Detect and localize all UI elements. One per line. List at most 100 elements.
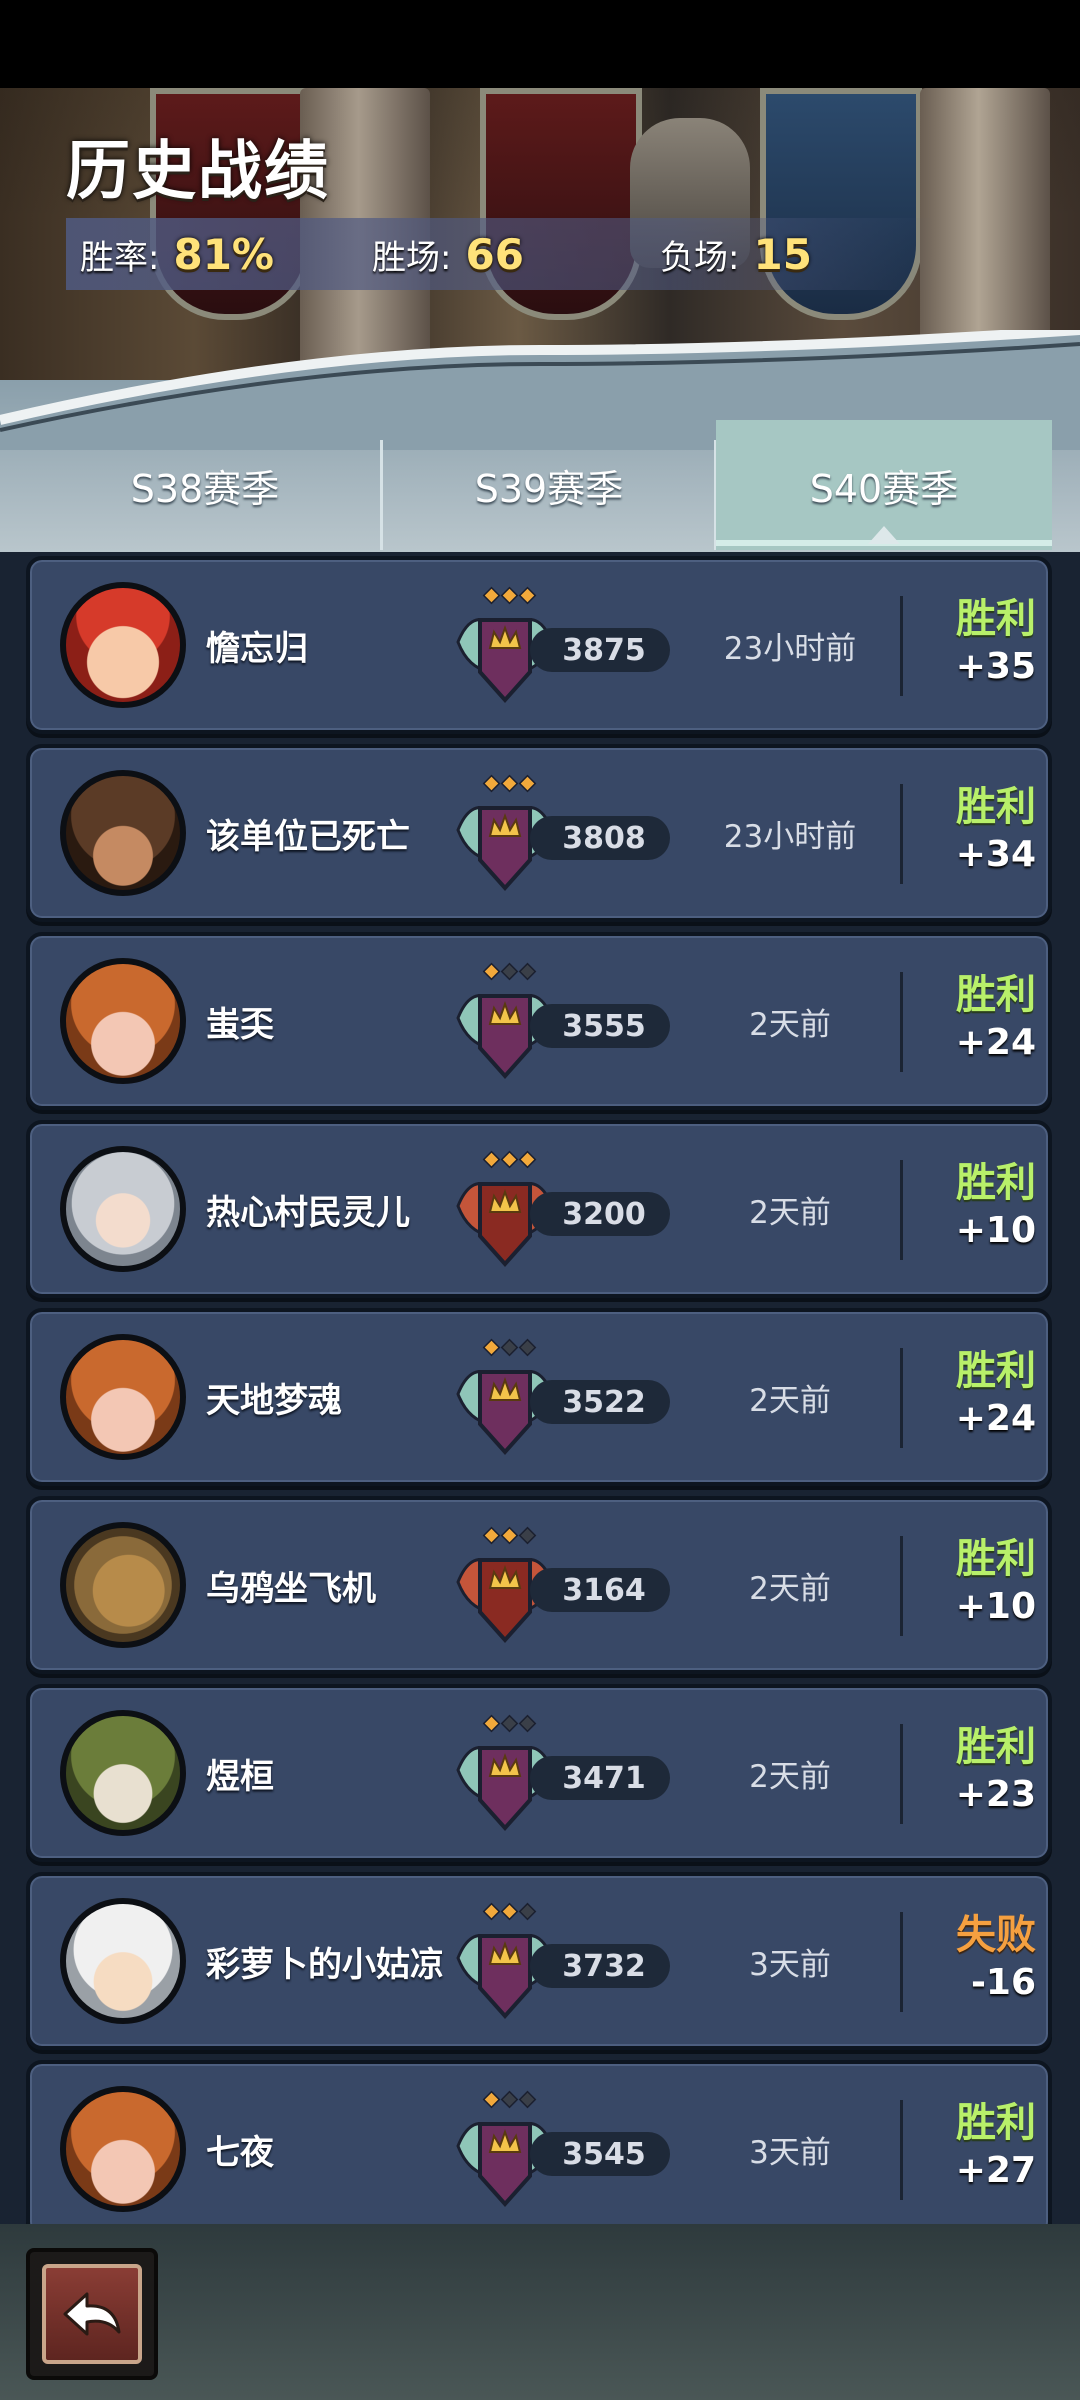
rank-star-icon — [482, 962, 501, 981]
match-card[interactable]: 彩萝卜的小姑凉 3732 3天前 失败 -16 — [26, 1872, 1052, 2050]
stat-value: 15 — [753, 229, 812, 279]
score-change: +34 — [955, 834, 1036, 875]
match-card[interactable]: 憺忘归 3875 23小时前 胜利 +35 — [26, 556, 1052, 734]
rank-score: 3522 — [530, 1380, 670, 1424]
match-time: 2天前 — [749, 1382, 831, 1419]
match-result: 胜利 — [956, 596, 1036, 642]
rank-score: 3555 — [530, 1004, 670, 1048]
match-time: 2天前 — [749, 1194, 831, 1231]
rank-star-icon — [482, 586, 501, 605]
bottom-bar — [0, 2224, 1080, 2400]
match-time: 2天前 — [749, 1570, 831, 1607]
match-result: 胜利 — [956, 1348, 1036, 1394]
rank-score: 3808 — [530, 816, 670, 860]
rank-star-icon — [500, 1150, 519, 1169]
stat-label: 负场: — [660, 237, 740, 278]
score-change: -16 — [970, 1962, 1036, 2003]
match-result: 胜利 — [956, 2100, 1036, 2146]
player-avatar[interactable] — [60, 1710, 186, 1836]
player-name: 煜桓 — [206, 1756, 274, 1797]
match-time: 2天前 — [749, 1006, 831, 1043]
rank-star-icon — [500, 2090, 519, 2109]
card-divider — [900, 596, 903, 696]
match-result: 胜利 — [956, 784, 1036, 830]
player-name: 七夜 — [206, 2132, 274, 2173]
match-card[interactable]: 热心村民灵儿 3200 2天前 胜利 +10 — [26, 1120, 1052, 1298]
player-avatar[interactable] — [60, 958, 186, 1084]
match-card[interactable]: 七夜 3545 3天前 胜利 +27 — [26, 2060, 1052, 2238]
player-avatar[interactable] — [60, 770, 186, 896]
card-divider — [900, 972, 903, 1072]
match-result: 胜利 — [956, 1160, 1036, 1206]
score-change: +27 — [955, 2150, 1036, 2191]
match-time: 23小时前 — [723, 630, 857, 667]
rank-star-icon — [500, 1526, 519, 1545]
back-button-face — [42, 2264, 142, 2364]
score-change: +23 — [955, 1774, 1036, 1815]
tab-s39[interactable]: S39赛季 — [384, 420, 714, 550]
rank-score: 3732 — [530, 1944, 670, 1988]
rank-star-icon — [500, 962, 519, 981]
match-card[interactable]: 该单位已死亡 3808 23小时前 胜利 +34 — [26, 744, 1052, 922]
card-divider — [900, 784, 903, 884]
rank-star-icon — [518, 1150, 537, 1169]
rank-star-icon — [482, 2090, 501, 2109]
match-card[interactable]: 乌鸦坐飞机 3164 2天前 胜利 +10 — [26, 1496, 1052, 1674]
player-avatar[interactable] — [60, 582, 186, 708]
rank-star-icon — [482, 1150, 501, 1169]
player-name: 乌鸦坐飞机 — [206, 1568, 376, 1609]
player-name: 蚩奀 — [206, 1004, 274, 1045]
player-avatar[interactable] — [60, 1522, 186, 1648]
card-divider — [900, 1724, 903, 1824]
status-bar — [0, 0, 1080, 88]
player-avatar[interactable] — [60, 1334, 186, 1460]
rank-star-icon — [482, 1526, 501, 1545]
rank-star-icon — [500, 774, 519, 793]
player-name: 天地梦魂 — [206, 1380, 342, 1421]
stat-value: 66 — [465, 229, 524, 279]
stat-win-rate: 胜率: 81% — [80, 222, 274, 286]
match-time: 2天前 — [749, 1758, 831, 1795]
match-card[interactable]: 煜桓 3471 2天前 胜利 +23 — [26, 1684, 1052, 1862]
match-time: 23小时前 — [723, 818, 857, 855]
match-time: 3天前 — [749, 1946, 831, 1983]
match-result: 胜利 — [956, 972, 1036, 1018]
stat-value: 81% — [173, 229, 274, 279]
score-change: +24 — [955, 1022, 1036, 1063]
back-button[interactable] — [26, 2248, 158, 2380]
player-name: 热心村民灵儿 — [206, 1192, 410, 1233]
rank-star-icon — [500, 1338, 519, 1357]
rank-score: 3200 — [530, 1192, 670, 1236]
rank-star-icon — [500, 1902, 519, 1921]
match-card[interactable]: 蚩奀 3555 2天前 胜利 +24 — [26, 932, 1052, 1110]
rank-star-icon — [482, 1714, 501, 1733]
match-card[interactable]: 天地梦魂 3522 2天前 胜利 +24 — [26, 1308, 1052, 1486]
rank-score: 3471 — [530, 1756, 670, 1800]
back-arrow-icon — [63, 2292, 121, 2336]
player-avatar[interactable] — [60, 1146, 186, 1272]
tab-s38[interactable]: S38赛季 — [30, 420, 380, 550]
card-divider — [900, 1348, 903, 1448]
stat-wins: 胜场: 66 — [372, 222, 524, 286]
player-name: 憺忘归 — [206, 628, 308, 669]
rank-star-icon — [500, 1714, 519, 1733]
player-avatar[interactable] — [60, 1898, 186, 2024]
card-divider — [900, 1536, 903, 1636]
rank-star-icon — [518, 2090, 537, 2109]
card-divider — [900, 1912, 903, 2012]
match-result: 胜利 — [956, 1724, 1036, 1770]
stat-label: 胜场: — [372, 237, 452, 278]
player-name: 该单位已死亡 — [206, 816, 410, 857]
score-change: +10 — [955, 1210, 1036, 1251]
score-change: +10 — [955, 1586, 1036, 1627]
card-divider — [900, 1160, 903, 1260]
card-divider — [900, 2100, 903, 2200]
match-result: 胜利 — [956, 1536, 1036, 1582]
rank-star-icon — [482, 1902, 501, 1921]
rank-score: 3875 — [530, 628, 670, 672]
player-avatar[interactable] — [60, 2086, 186, 2212]
stat-label: 胜率: — [80, 237, 160, 278]
match-time: 3天前 — [749, 2134, 831, 2171]
tab-pointer-icon — [868, 526, 900, 544]
score-change: +35 — [955, 646, 1036, 687]
